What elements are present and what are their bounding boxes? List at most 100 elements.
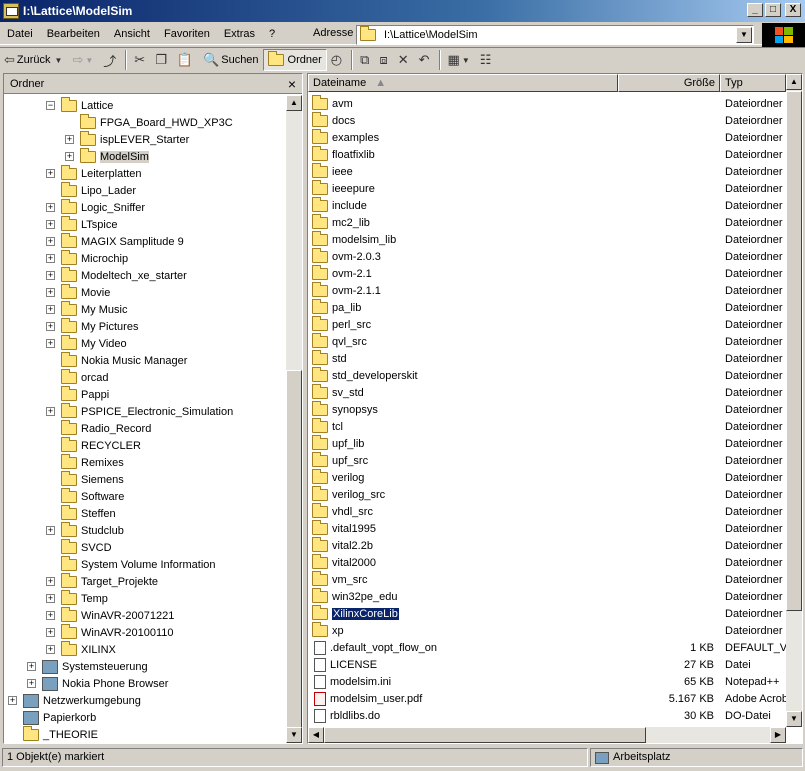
expand-icon[interactable]: + <box>46 220 55 229</box>
tree-item[interactable]: Papierkorb <box>8 709 96 726</box>
title-bar[interactable]: I:\Lattice\ModelSim _ □ X <box>0 0 805 22</box>
list-vertical-scrollbar[interactable]: ▲ ▼ <box>786 74 802 727</box>
file-row[interactable]: tcl Dateiordner <box>308 417 786 435</box>
tree-item[interactable]: + WinAVR-20071221 <box>46 606 174 624</box>
properties-button[interactable]: ☷ <box>476 49 498 71</box>
expand-icon[interactable]: + <box>65 152 74 161</box>
file-row[interactable]: xp Dateiordner <box>308 621 786 639</box>
scroll-right-button[interactable]: ▶ <box>770 727 786 743</box>
expand-icon[interactable]: + <box>46 611 55 620</box>
collapse-icon[interactable]: − <box>46 101 55 110</box>
menu-extras[interactable]: Extras <box>217 24 262 44</box>
tree-item[interactable]: FPGA_Board_HWD_XP3C <box>65 113 233 131</box>
tree-item[interactable]: + ispLEVER_Starter <box>65 130 189 148</box>
expand-icon[interactable]: + <box>46 645 55 654</box>
expand-icon[interactable]: + <box>8 696 17 705</box>
maximize-button[interactable]: □ <box>765 3 781 17</box>
file-row[interactable]: ieeepure Dateiordner <box>308 179 786 197</box>
file-row[interactable]: upf_src Dateiordner <box>308 451 786 469</box>
column-header-name[interactable]: Dateiname ▲ <box>308 74 618 92</box>
expand-icon[interactable]: + <box>46 203 55 212</box>
tree-item[interactable]: + Movie <box>46 283 110 301</box>
file-row[interactable]: mc2_lib Dateiordner <box>308 213 786 231</box>
tree-item[interactable]: + MAGIX Samplitude 9 <box>46 232 184 250</box>
copy-button[interactable]: ❐ <box>151 49 173 71</box>
file-row[interactable]: vital1995 Dateiordner <box>308 519 786 537</box>
close-pane-icon[interactable]: × <box>288 76 296 92</box>
file-row[interactable]: ovm-2.1 Dateiordner <box>308 264 786 282</box>
expand-icon[interactable]: + <box>46 628 55 637</box>
tree-item[interactable]: RECYCLER <box>46 436 141 454</box>
file-row[interactable]: LICENSE 27 KB Datei <box>308 656 786 673</box>
expand-icon[interactable]: + <box>46 407 55 416</box>
list-horizontal-scrollbar[interactable]: ◀ ▶ <box>308 727 786 743</box>
file-row[interactable]: upf_lib Dateiordner <box>308 434 786 452</box>
file-row[interactable]: perl_src Dateiordner <box>308 315 786 333</box>
file-row[interactable]: std_developerskit Dateiordner <box>308 366 786 384</box>
expand-icon[interactable]: + <box>46 254 55 263</box>
file-row[interactable]: vital2.2b Dateiordner <box>308 536 786 554</box>
address-input[interactable]: I:\Lattice\ModelSim <box>384 29 478 41</box>
file-row[interactable]: modelsim_user.pdf 5.167 KB Adobe Acrob <box>308 690 786 707</box>
tree-item[interactable]: _THEORIE <box>8 725 98 743</box>
file-row[interactable]: verilog_src Dateiordner <box>308 485 786 503</box>
expand-icon[interactable]: + <box>27 679 36 688</box>
expand-icon[interactable]: + <box>46 305 55 314</box>
paste-button[interactable]: 📋 <box>173 49 199 71</box>
file-row[interactable]: vital2000 Dateiordner <box>308 553 786 571</box>
tree-item[interactable]: Lipo_Lader <box>46 181 136 199</box>
tree-item[interactable]: + WinAVR-20100110 <box>46 623 174 641</box>
file-row[interactable]: floatfixlib Dateiordner <box>308 145 786 163</box>
scroll-up-button[interactable]: ▲ <box>786 74 802 90</box>
expand-icon[interactable]: + <box>46 237 55 246</box>
file-row[interactable]: verilog Dateiordner <box>308 468 786 486</box>
search-button[interactable]: 🔍 Suchen <box>199 49 263 71</box>
menu-bearbeiten[interactable]: Bearbeiten <box>40 24 107 44</box>
tree-item[interactable]: + LTspice <box>46 215 117 233</box>
tree-item[interactable]: + Nokia Phone Browser <box>27 675 168 692</box>
file-row[interactable]: synopsys Dateiordner <box>308 400 786 418</box>
close-button[interactable]: X <box>785 3 801 17</box>
expand-icon[interactable]: + <box>46 322 55 331</box>
tree-item[interactable]: + Microchip <box>46 249 128 267</box>
up-folder-button[interactable]: ⤴ <box>99 49 122 71</box>
file-row[interactable]: rbldlibs.do 30 KB DO-Datei <box>308 707 786 724</box>
minimize-button[interactable]: _ <box>747 3 763 17</box>
copy-to-button[interactable]: ⧈ <box>375 49 393 71</box>
chevron-down-icon[interactable]: ▼ <box>85 56 93 65</box>
scroll-up-button[interactable]: ▲ <box>286 95 302 111</box>
tree-item[interactable]: + My Music <box>46 300 127 318</box>
tree-item[interactable]: + Logic_Sniffer <box>46 198 145 216</box>
column-header-type[interactable]: Typ <box>720 74 786 92</box>
back-button[interactable]: ⇦ Zurück ▼ <box>0 49 68 71</box>
file-row[interactable]: ieee Dateiordner <box>308 162 786 180</box>
scroll-thumb[interactable] <box>286 370 302 728</box>
tree-item[interactable]: + Modeltech_xe_starter <box>46 266 187 284</box>
tree-item[interactable]: + PSPICE_Electronic_Simulation <box>46 402 233 420</box>
delete-button[interactable]: ✕ <box>394 49 415 71</box>
file-row[interactable]: ovm-2.1.1 Dateiordner <box>308 281 786 299</box>
file-row[interactable]: modelsim.ini 65 KB Notepad++ <box>308 673 786 690</box>
file-row[interactable]: vm_src Dateiordner <box>308 570 786 588</box>
tree-vertical-scrollbar[interactable]: ▲ ▼ <box>286 95 302 743</box>
scroll-thumb[interactable] <box>324 727 646 743</box>
address-bar[interactable]: I:\Lattice\ModelSim ▼ <box>356 25 754 45</box>
tree-item[interactable]: − Lattice <box>46 96 113 114</box>
tree-item[interactable]: Nokia Music Manager <box>46 351 187 369</box>
expand-icon[interactable]: + <box>46 526 55 535</box>
tree-item[interactable]: Software <box>46 487 124 505</box>
file-row[interactable]: std Dateiordner <box>308 349 786 367</box>
file-row[interactable]: avm Dateiordner <box>308 94 786 112</box>
menu-help[interactable]: ? <box>262 24 282 44</box>
file-row[interactable]: ovm-2.0.3 Dateiordner <box>308 247 786 265</box>
tree-item[interactable]: System Volume Information <box>46 555 216 573</box>
tree-item[interactable]: + Temp <box>46 589 108 607</box>
file-row[interactable]: examples Dateiordner <box>308 128 786 146</box>
tree-item[interactable]: + My Video <box>46 334 127 352</box>
tree-item[interactable]: Steffen <box>46 504 116 522</box>
expand-icon[interactable]: + <box>46 271 55 280</box>
file-row[interactable]: .default_vopt_flow_on 1 KB DEFAULT_V <box>308 639 786 656</box>
file-row[interactable]: docs Dateiordner <box>308 111 786 129</box>
file-row[interactable]: include Dateiordner <box>308 196 786 214</box>
address-dropdown-button[interactable]: ▼ <box>736 27 752 43</box>
